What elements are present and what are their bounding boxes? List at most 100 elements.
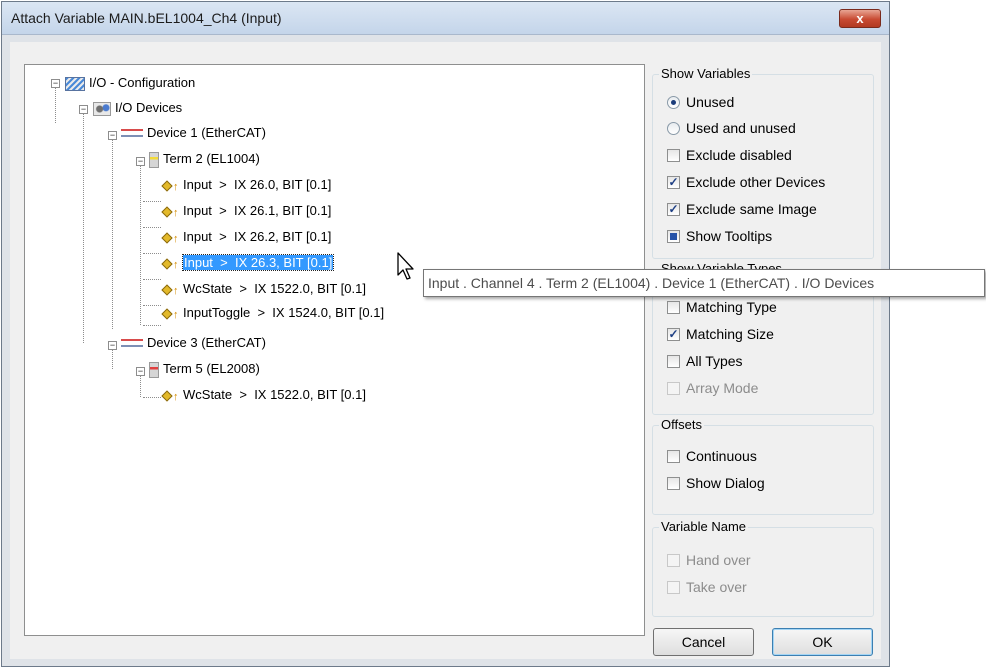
all-types-checkbox[interactable]: All Types bbox=[667, 350, 743, 372]
group-title: Variable Name bbox=[659, 519, 749, 534]
show-dialog-checkbox[interactable]: Show Dialog bbox=[667, 472, 765, 494]
unused-radio[interactable]: Unused bbox=[667, 91, 734, 113]
terminal-icon bbox=[149, 361, 159, 378]
variable-name: WcState bbox=[183, 387, 233, 402]
variable-name: InputToggle bbox=[183, 305, 251, 320]
tree-line bbox=[143, 253, 161, 254]
collapse-icon[interactable]: − bbox=[108, 131, 117, 140]
option-label: Show Dialog bbox=[686, 475, 765, 491]
input-variable-icon: ↑ bbox=[161, 307, 179, 321]
checkbox-disabled-icon bbox=[667, 580, 680, 594]
tree-node-term-5[interactable]: Term 5 (EL2008) bbox=[149, 359, 260, 379]
close-button[interactable]: x bbox=[839, 9, 881, 28]
matching-size-checkbox[interactable]: ✓ Matching Size bbox=[667, 323, 774, 345]
cancel-button[interactable]: Cancel bbox=[653, 628, 754, 656]
option-label: Show Tooltips bbox=[686, 228, 773, 244]
separator: > bbox=[257, 305, 266, 320]
tree-line bbox=[143, 325, 161, 326]
input-variable-icon: ↑ bbox=[161, 257, 179, 271]
option-label: Hand over bbox=[686, 552, 751, 568]
input-variable-icon: ↑ bbox=[161, 179, 179, 193]
input-variable-icon: ↑ bbox=[161, 205, 179, 219]
tree-node-variable[interactable]: ↑ WcState > IX 1522.0, BIT [0.1] bbox=[161, 385, 366, 405]
tree-node-term-2[interactable]: Term 2 (EL1004) bbox=[149, 149, 260, 169]
tree-node-label: Term 5 (EL2008) bbox=[163, 361, 260, 376]
show-tooltips-checkbox[interactable]: Show Tooltips bbox=[667, 225, 772, 247]
variable-address: IX 26.3, BIT [0.1] bbox=[234, 255, 333, 270]
collapse-icon[interactable]: − bbox=[79, 105, 88, 114]
tree-node-variable[interactable]: ↑ InputToggle > IX 1524.0, BIT [0.1] bbox=[161, 303, 385, 323]
array-mode-checkbox: Array Mode bbox=[667, 377, 758, 399]
variable-tree[interactable]: − I/O - Configuration − I/O Devices − De… bbox=[24, 64, 645, 636]
variable-address: IX 1524.0, BIT [0.1] bbox=[272, 305, 385, 320]
used-and-unused-radio[interactable]: Used and unused bbox=[667, 117, 796, 139]
option-label: Exclude disabled bbox=[686, 147, 792, 163]
separator: > bbox=[219, 229, 227, 244]
collapse-icon[interactable]: − bbox=[136, 367, 145, 376]
tree-node-variable[interactable]: ↑ WcState > IX 1522.0, BIT [0.1] bbox=[161, 279, 366, 299]
exclude-disabled-checkbox[interactable]: Exclude disabled bbox=[667, 144, 792, 166]
tree-node-io-configuration[interactable]: I/O - Configuration bbox=[65, 73, 195, 93]
collapse-icon[interactable]: − bbox=[51, 79, 60, 88]
option-label: All Types bbox=[686, 353, 743, 369]
close-icon: x bbox=[856, 11, 864, 26]
configuration-icon bbox=[65, 76, 85, 91]
separator: > bbox=[239, 387, 247, 402]
collapse-icon[interactable]: − bbox=[108, 341, 117, 350]
tree-node-device-3[interactable]: Device 3 (EtherCAT) bbox=[121, 333, 266, 353]
ok-button[interactable]: OK bbox=[772, 628, 873, 656]
tree-line bbox=[55, 87, 56, 123]
separator: > bbox=[219, 177, 227, 192]
tree-node-variable[interactable]: ↑ Input > IX 26.2, BIT [0.1] bbox=[161, 227, 332, 247]
variable-name: Input bbox=[183, 203, 212, 218]
option-label: Exclude other Devices bbox=[686, 174, 826, 190]
tree-node-label: I/O - Configuration bbox=[89, 75, 196, 90]
option-label: Matching Size bbox=[686, 326, 774, 342]
variable-path-tooltip: Input . Channel 4 . Term 2 (EL1004) . De… bbox=[423, 269, 985, 297]
tree-line bbox=[112, 349, 113, 369]
tree-node-label: Term 2 (EL1004) bbox=[163, 151, 260, 166]
radio-selected-icon bbox=[667, 95, 680, 109]
variable-address: IX 26.1, BIT [0.1] bbox=[233, 203, 332, 218]
tree-line bbox=[140, 165, 141, 325]
variable-address: IX 1522.0, BIT [0.1] bbox=[254, 387, 366, 402]
dialog-title: Attach Variable MAIN.bEL1004_Ch4 (Input) bbox=[11, 10, 282, 26]
checkbox-checked-icon: ✓ bbox=[667, 201, 680, 216]
option-label: Used and unused bbox=[686, 120, 796, 136]
take-over-checkbox: Take over bbox=[667, 576, 747, 598]
tree-line bbox=[143, 397, 161, 398]
variable-name: WcState bbox=[183, 281, 233, 296]
group-title: Offsets bbox=[659, 417, 704, 432]
option-label: Continuous bbox=[686, 448, 757, 464]
tree-node-variable[interactable]: ↑ Input > IX 26.1, BIT [0.1] bbox=[161, 201, 332, 221]
tree-node-device-1[interactable]: Device 1 (EtherCAT) bbox=[121, 123, 266, 143]
ethercat-device-icon bbox=[121, 128, 143, 137]
attach-variable-dialog: Attach Variable MAIN.bEL1004_Ch4 (Input)… bbox=[1, 1, 890, 667]
exclude-other-devices-checkbox[interactable]: ✓ Exclude other Devices bbox=[667, 171, 825, 193]
variable-address: IX 26.0, BIT [0.1] bbox=[233, 177, 332, 192]
separator: > bbox=[219, 203, 227, 218]
tree-node-variable[interactable]: ↑ Input > IX 26.0, BIT [0.1] bbox=[161, 175, 332, 195]
collapse-icon[interactable]: − bbox=[136, 157, 145, 166]
variable-address: IX 26.2, BIT [0.1] bbox=[233, 229, 332, 244]
offsets-group: Offsets Continuous Show Dialog bbox=[652, 417, 874, 515]
separator: > bbox=[220, 255, 228, 270]
title-bar[interactable]: Attach Variable MAIN.bEL1004_Ch4 (Input)… bbox=[2, 2, 889, 35]
tree-node-label: Device 3 (EtherCAT) bbox=[147, 335, 266, 350]
tree-node-label: Device 1 (EtherCAT) bbox=[147, 125, 266, 140]
matching-type-checkbox[interactable]: Matching Type bbox=[667, 296, 777, 318]
continuous-checkbox[interactable]: Continuous bbox=[667, 445, 757, 467]
input-variable-icon: ↑ bbox=[161, 283, 179, 297]
option-label: Matching Type bbox=[686, 299, 777, 315]
tree-line bbox=[140, 375, 141, 397]
checkbox-icon bbox=[667, 354, 680, 368]
input-variable-icon: ↑ bbox=[161, 389, 179, 403]
checkbox-icon bbox=[667, 300, 680, 314]
checkbox-checked-icon: ✓ bbox=[667, 326, 680, 341]
tree-node-variable-selected[interactable]: ↑ Input > IX 26.3, BIT [0.1] bbox=[161, 253, 335, 273]
exclude-same-image-checkbox[interactable]: ✓ Exclude same Image bbox=[667, 198, 817, 220]
checkbox-icon bbox=[667, 476, 680, 490]
dialog-client: − I/O - Configuration − I/O Devices − De… bbox=[10, 42, 881, 659]
tree-node-io-devices[interactable]: I/O Devices bbox=[93, 98, 182, 118]
checkbox-checked-icon: ✓ bbox=[667, 174, 680, 189]
